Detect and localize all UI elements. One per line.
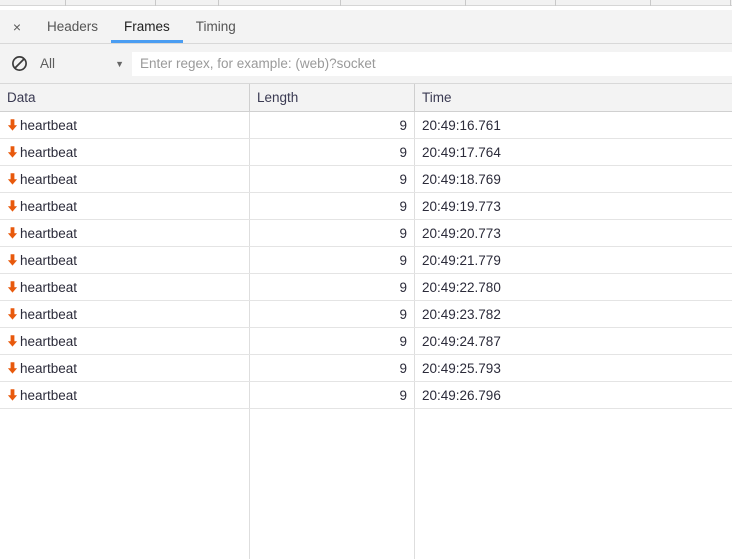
column-header-time-label: Time bbox=[422, 90, 452, 105]
frame-length-cell: 9 bbox=[250, 247, 415, 273]
frame-data-cell: heartbeat bbox=[0, 247, 250, 273]
detail-tabbar: × Headers Frames Timing bbox=[0, 10, 732, 44]
frame-length-cell: 9 bbox=[250, 328, 415, 354]
frame-data-label: heartbeat bbox=[20, 253, 77, 268]
column-header-data[interactable]: Data bbox=[0, 84, 250, 111]
column-header-length-label: Length bbox=[257, 90, 298, 105]
close-icon-glyph: × bbox=[13, 19, 21, 35]
frame-data-label: heartbeat bbox=[20, 172, 77, 187]
frame-data-cell: heartbeat bbox=[0, 328, 250, 354]
frame-length-cell: 9 bbox=[250, 301, 415, 327]
frames-regex-input[interactable] bbox=[132, 52, 732, 76]
tab-timing-label: Timing bbox=[196, 19, 236, 34]
frames-filter-bar: All ▼ bbox=[0, 44, 732, 84]
frame-row[interactable]: heartbeat 920:49:19.773 bbox=[0, 193, 732, 220]
arrow-down-icon bbox=[6, 253, 19, 267]
arrow-down-icon bbox=[6, 361, 19, 375]
block-circle-slash-icon[interactable] bbox=[8, 53, 30, 75]
tab-headers-label: Headers bbox=[47, 19, 98, 34]
arrow-down-icon bbox=[6, 145, 19, 159]
frame-time-cell: 20:49:17.764 bbox=[415, 139, 732, 165]
frame-length-cell: 9 bbox=[250, 382, 415, 408]
frame-time-cell: 20:49:20.773 bbox=[415, 220, 732, 246]
frame-data-label: heartbeat bbox=[20, 226, 77, 241]
arrow-down-icon bbox=[6, 280, 19, 294]
frame-data-label: heartbeat bbox=[20, 361, 77, 376]
frame-time-cell: 20:49:21.779 bbox=[415, 247, 732, 273]
arrow-down-icon bbox=[6, 388, 19, 402]
frame-length-cell: 9 bbox=[250, 193, 415, 219]
frame-data-label: heartbeat bbox=[20, 199, 77, 214]
chevron-down-icon: ▼ bbox=[115, 59, 132, 69]
frame-data-label: heartbeat bbox=[20, 334, 77, 349]
frame-type-filter-value: All bbox=[36, 56, 115, 71]
tab-timing[interactable]: Timing bbox=[183, 10, 249, 43]
frames-grid-empty-area bbox=[0, 409, 732, 559]
frame-data-cell: heartbeat bbox=[0, 166, 250, 192]
frame-row[interactable]: heartbeat 920:49:21.779 bbox=[0, 247, 732, 274]
frame-row[interactable]: heartbeat 920:49:20.773 bbox=[0, 220, 732, 247]
frame-time-cell: 20:49:16.761 bbox=[415, 112, 732, 138]
frame-time-cell: 20:49:18.769 bbox=[415, 166, 732, 192]
frame-time-cell: 20:49:23.782 bbox=[415, 301, 732, 327]
tab-frames-label: Frames bbox=[124, 19, 170, 34]
frame-data-cell: heartbeat bbox=[0, 139, 250, 165]
arrow-down-icon bbox=[6, 226, 19, 240]
frame-data-cell: heartbeat bbox=[0, 274, 250, 300]
frame-time-cell: 20:49:26.796 bbox=[415, 382, 732, 408]
tab-headers[interactable]: Headers bbox=[34, 10, 111, 43]
frame-time-cell: 20:49:19.773 bbox=[415, 193, 732, 219]
frame-row[interactable]: heartbeat 920:49:17.764 bbox=[0, 139, 732, 166]
frame-row[interactable]: heartbeat 920:49:22.780 bbox=[0, 274, 732, 301]
frame-length-cell: 9 bbox=[250, 355, 415, 381]
arrow-down-icon bbox=[6, 334, 19, 348]
frame-data-cell: heartbeat bbox=[0, 112, 250, 138]
frame-row[interactable]: heartbeat 920:49:23.782 bbox=[0, 301, 732, 328]
frame-length-cell: 9 bbox=[250, 112, 415, 138]
frame-data-label: heartbeat bbox=[20, 307, 77, 322]
column-header-length[interactable]: Length bbox=[250, 84, 415, 111]
frame-data-cell: heartbeat bbox=[0, 301, 250, 327]
frame-row[interactable]: heartbeat 920:49:18.769 bbox=[0, 166, 732, 193]
frame-time-cell: 20:49:22.780 bbox=[415, 274, 732, 300]
empty-area-rule-length bbox=[414, 409, 415, 559]
frame-row[interactable]: heartbeat 920:49:26.796 bbox=[0, 382, 732, 409]
websocket-frames-panel: × Headers Frames Timing All ▼ Data bbox=[0, 0, 732, 559]
frame-data-label: heartbeat bbox=[20, 145, 77, 160]
frames-grid-body: heartbeat920:49:16.761heartbeat920:49:17… bbox=[0, 112, 732, 409]
frame-data-label: heartbeat bbox=[20, 118, 77, 133]
tab-frames[interactable]: Frames bbox=[111, 10, 183, 43]
arrow-down-icon bbox=[6, 172, 19, 186]
arrow-down-icon bbox=[6, 118, 19, 132]
frames-grid: Data Length Time heartbeat920:49:16.761h… bbox=[0, 84, 732, 559]
arrow-down-icon bbox=[6, 199, 19, 213]
arrow-down-icon bbox=[6, 307, 19, 321]
frame-time-cell: 20:49:25.793 bbox=[415, 355, 732, 381]
column-header-time[interactable]: Time bbox=[415, 84, 732, 111]
empty-area-rule-data bbox=[249, 409, 250, 559]
frame-length-cell: 9 bbox=[250, 220, 415, 246]
frame-time-cell: 20:49:24.787 bbox=[415, 328, 732, 354]
frame-length-cell: 9 bbox=[250, 274, 415, 300]
close-icon[interactable]: × bbox=[0, 10, 34, 43]
frame-data-cell: heartbeat bbox=[0, 382, 250, 408]
column-header-data-label: Data bbox=[7, 90, 36, 105]
frame-type-filter-select[interactable]: All ▼ bbox=[36, 56, 132, 71]
frame-row[interactable]: heartbeat 920:49:25.793 bbox=[0, 355, 732, 382]
frame-data-cell: heartbeat bbox=[0, 220, 250, 246]
frames-grid-header: Data Length Time bbox=[0, 84, 732, 112]
frame-data-cell: heartbeat bbox=[0, 355, 250, 381]
frame-length-cell: 9 bbox=[250, 166, 415, 192]
frame-length-cell: 9 bbox=[250, 139, 415, 165]
frame-data-cell: heartbeat bbox=[0, 193, 250, 219]
frame-data-label: heartbeat bbox=[20, 280, 77, 295]
network-table-cut-strip bbox=[0, 0, 732, 10]
frame-data-label: heartbeat bbox=[20, 388, 77, 403]
frame-row[interactable]: heartbeat 920:49:24.787 bbox=[0, 328, 732, 355]
frame-row[interactable]: heartbeat 920:49:16.761 bbox=[0, 112, 732, 139]
